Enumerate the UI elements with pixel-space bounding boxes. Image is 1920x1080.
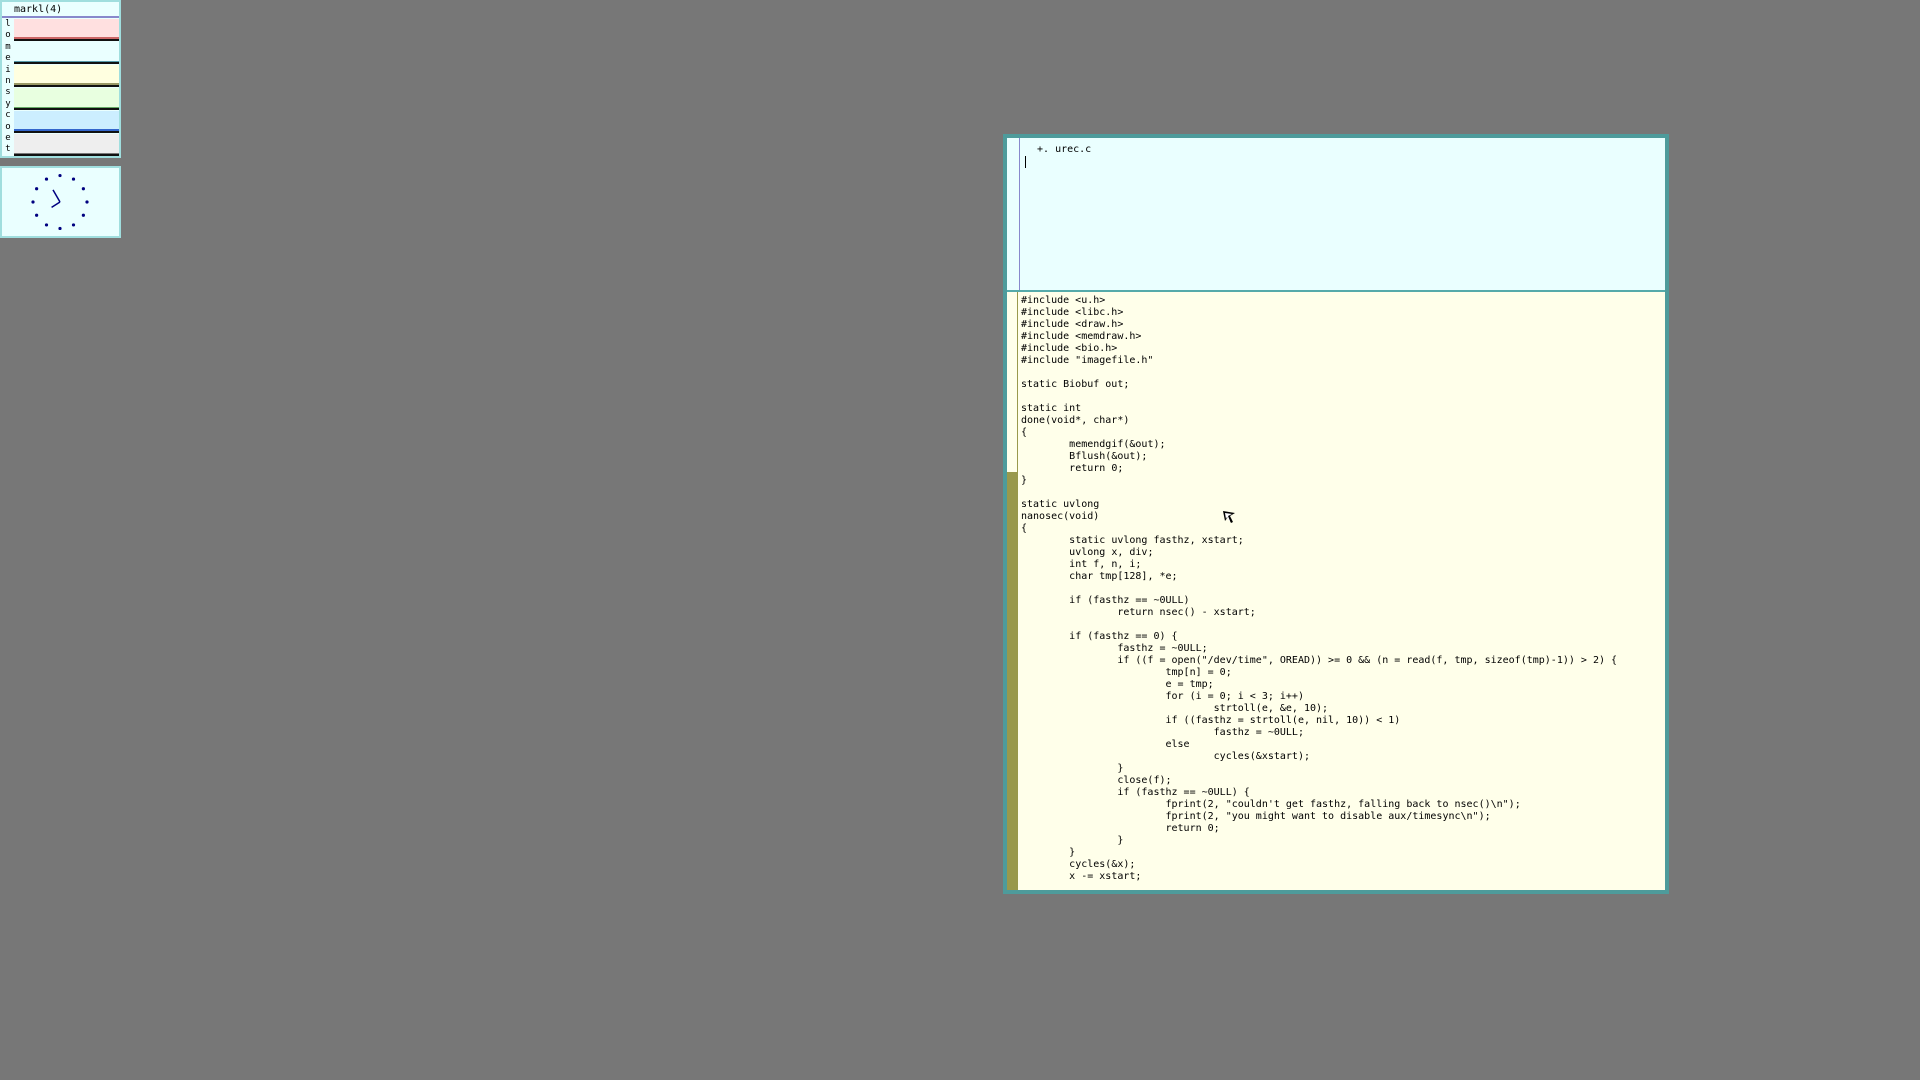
clock-tick-dot [58,173,62,178]
stats-graph-load [14,19,119,39]
clock-tick-dot [35,187,39,191]
stats-label-letter: i [5,64,11,75]
clock-window[interactable] [0,166,121,238]
clock-tick-dot [81,213,85,217]
stats-graph-intr [14,65,119,85]
stats-graph-context [14,111,119,131]
body-scrollbar[interactable] [1007,292,1018,890]
stats-graph-sys [14,88,119,108]
stats-graph-divider [14,39,119,41]
stats-label-letter: e [5,53,11,64]
stats-graph-mem [14,42,119,62]
tag-line[interactable]: +. urec.c [1031,144,1091,156]
clock-tick-dot [44,223,49,227]
source-code[interactable]: #include <u.h> #include <libc.h> #includ… [1021,295,1617,883]
stats-graph-divider [14,154,119,156]
text-cursor [1025,156,1026,168]
clock-face [31,173,89,231]
stats-label-letter: m [5,41,11,52]
clock-tick-dot [31,200,35,204]
stats-label-letter: y [5,98,11,109]
stats-window[interactable]: markl(4) lomeinsycoet [0,0,121,158]
stats-label-letter: s [5,87,11,98]
clock-tick-dot [71,223,76,227]
clock-tick-dot [71,177,76,181]
clock-tick-dot [44,177,49,181]
stats-label-letter: t [5,144,11,155]
stats-graph-ether [14,134,119,154]
clock-tick-dot [85,200,89,204]
editor-window[interactable]: +. urec.c #include <u.h> #include <libc.… [1003,134,1669,894]
body-pane[interactable]: #include <u.h> #include <libc.h> #includ… [1007,292,1665,890]
clock-minute-hand [52,189,61,203]
stats-label-letter: n [5,76,11,87]
stats-label-letter: o [5,121,11,132]
tag-scrollbar[interactable] [1007,138,1020,290]
body-scrollbar-thumb[interactable] [1007,292,1018,472]
stats-labels: lomeinsycoet [4,19,12,156]
clock-tick-dot [35,213,39,217]
stats-title: markl(4) [14,4,63,15]
stats-title-rule [2,16,119,18]
stats-graph-divider [14,131,119,133]
stats-graph-divider [14,108,119,110]
tag-pane[interactable]: +. urec.c [1007,138,1665,290]
clock-tick-dot [58,226,62,231]
stats-label-letter: c [5,110,11,121]
stats-graph-divider [14,62,119,64]
clock-hour-hand [51,201,61,209]
stats-label-letter: e [5,133,11,144]
mouse-pointer-icon [1223,511,1235,523]
stats-label-letter: o [5,30,11,41]
clock-tick-dot [81,187,85,191]
stats-label-letter: l [5,19,11,29]
stats-graph-divider [14,85,119,87]
